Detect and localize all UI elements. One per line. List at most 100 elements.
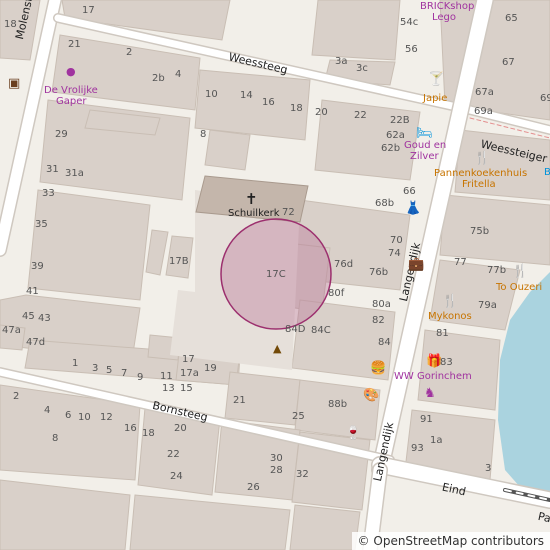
house-number: 68b	[375, 198, 395, 209]
fast-food-icon[interactable]: 🍔	[370, 362, 386, 375]
poi-label-brickshop-2: Lego	[432, 12, 457, 23]
house-number: 76b	[369, 267, 389, 278]
house-number: 76d	[334, 259, 354, 270]
house-number: 10	[205, 89, 218, 100]
house-number: 22B	[390, 115, 410, 126]
house-number: 18	[4, 19, 17, 30]
street-label-pa: Pa	[536, 509, 550, 526]
house-number: 22	[354, 110, 367, 121]
house-number: 11	[160, 371, 173, 382]
clothes-shop-icon[interactable]: 👗	[405, 202, 421, 215]
house-number: 47a	[2, 325, 21, 336]
hotel-bed-icon[interactable]: 🛏	[416, 127, 433, 140]
poi-label-brickshop-1: BRICKshop	[420, 1, 475, 12]
house-number: 80a	[372, 299, 391, 310]
house-number: 8	[52, 433, 59, 444]
house-number: 26	[247, 482, 260, 493]
art-palette-icon[interactable]: 🎨	[363, 389, 379, 402]
house-number: 35	[35, 219, 48, 230]
house-number: 17	[82, 5, 95, 16]
house-number: 4	[175, 69, 182, 80]
house-number: 17a	[180, 368, 199, 379]
house-number: 41	[26, 286, 39, 297]
poi-dot-icon[interactable]: ●	[66, 66, 76, 77]
house-number: 5	[106, 365, 113, 376]
church-cross-icon[interactable]: ✝	[245, 192, 258, 207]
poi-label-goud-1: Goud en	[404, 140, 447, 151]
poi-label-mykonos: Mykonos	[428, 311, 472, 322]
house-number: 21	[233, 395, 246, 406]
poi-label-ww-gorinchem: WW Gorinchem	[394, 371, 472, 382]
house-number: 84D	[285, 324, 306, 335]
poi-label-to-ouzeri: To Ouzeri	[496, 282, 543, 293]
luggage-shop-icon[interactable]: 💼	[408, 258, 424, 271]
house-number: 28	[270, 465, 283, 476]
poi-label-vrolijke-2: Gaper	[56, 96, 87, 107]
house-number: 29	[55, 129, 68, 140]
house-number: 25	[292, 411, 305, 422]
house-number: 91	[420, 414, 433, 425]
house-number: 54c	[400, 17, 419, 28]
house-number: 22	[167, 449, 180, 460]
house-number: 17	[182, 354, 195, 365]
house-number: 65	[505, 13, 518, 24]
house-number: 62b	[381, 143, 401, 154]
house-number: 13	[162, 383, 175, 394]
museum-icon[interactable]: ▣	[8, 77, 20, 90]
house-number: 8	[200, 129, 207, 140]
restaurant-fork-knife-icon[interactable]: 🍴	[512, 265, 528, 278]
cocktail-bar-icon[interactable]: 🍸	[428, 73, 444, 86]
house-number: 69a	[474, 106, 493, 117]
house-number: 62a	[386, 130, 405, 141]
poi-label-japie: Japie	[423, 93, 448, 104]
house-number: 18	[142, 428, 155, 439]
poi-label-schuilkerk: Schuilkerk	[228, 208, 280, 219]
house-number: 66	[403, 186, 416, 197]
house-number: 16	[124, 423, 137, 434]
house-number: 77b	[487, 265, 507, 276]
house-number: 77	[454, 257, 467, 268]
house-number: 67	[502, 57, 515, 68]
house-number: 79a	[478, 300, 497, 311]
museum-small-icon[interactable]: ▲	[273, 343, 281, 354]
rocking-horse-icon[interactable]: ♞	[424, 387, 436, 400]
house-number: 83	[440, 357, 453, 368]
house-number: 33	[42, 188, 55, 199]
house-number: 9	[137, 372, 144, 383]
house-number: 3c	[356, 63, 368, 74]
house-number: 3a	[335, 56, 348, 67]
house-number: 82	[372, 315, 385, 326]
osm-attribution-link[interactable]: OpenStreetMap contributors	[373, 534, 544, 548]
house-number: 84C	[311, 325, 331, 336]
house-number: 72	[282, 207, 295, 218]
house-number: 93	[411, 443, 424, 454]
wine-shop-icon[interactable]: 🍷	[345, 427, 361, 440]
house-number: 6	[65, 410, 72, 421]
map-attribution[interactable]: © OpenStreetMap contributors	[351, 532, 550, 550]
copyright-symbol: ©	[357, 534, 370, 548]
house-number: 75b	[470, 226, 490, 237]
house-number: 43	[38, 313, 51, 324]
poi-label-vrolijke-1: De Vrolijke	[44, 85, 98, 96]
house-number: 17B	[169, 256, 189, 267]
house-number: 31a	[65, 168, 84, 179]
poi-label-pannenkoek-2: Fritella	[462, 179, 496, 190]
house-number: 2b	[152, 73, 165, 84]
house-number: 39	[31, 261, 44, 272]
house-number: 14	[240, 90, 253, 101]
restaurant-fork-knife-icon[interactable]: 🍴	[474, 152, 490, 165]
house-number: 17C	[266, 269, 286, 280]
house-number: 4	[44, 405, 51, 416]
house-number: 15	[180, 383, 193, 394]
house-number: 67a	[475, 87, 494, 98]
house-number: 70	[390, 235, 403, 246]
map-view[interactable]: Molenstraat Weessteeg Weessteiger Langen…	[0, 0, 550, 550]
restaurant-fork-knife-icon[interactable]: 🍴	[442, 295, 458, 308]
poi-label-b-partial: B	[544, 167, 550, 178]
house-number: 20	[315, 107, 328, 118]
house-number: 2	[126, 47, 133, 58]
house-number: 80f	[328, 288, 345, 299]
house-number: 3	[485, 463, 492, 474]
house-number: 81	[436, 328, 449, 339]
house-number: 2	[13, 391, 20, 402]
